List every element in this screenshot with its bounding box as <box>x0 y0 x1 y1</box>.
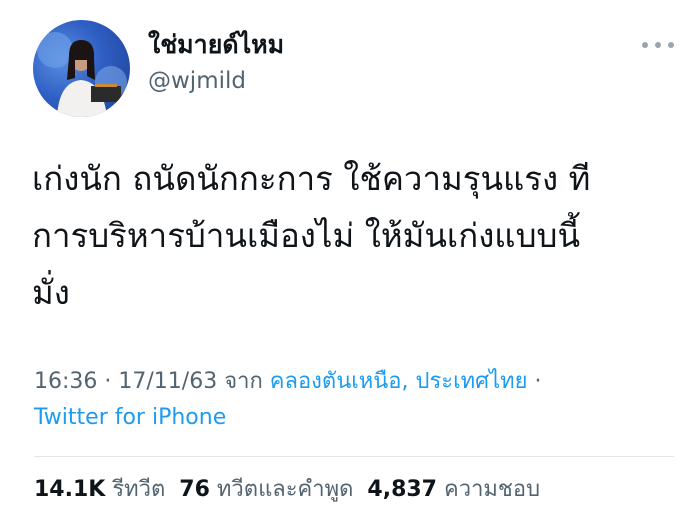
meta-line-2: Twitter for iPhone <box>34 400 674 436</box>
meta-line-1: 16:36 · 17/11/63 จาก คลองตันเหนือ, ประเท… <box>34 364 674 400</box>
retweets-label: รีทวีต <box>112 477 166 502</box>
separator-dot: · <box>97 369 119 394</box>
quotes-label: ทวีตและคำพูด <box>216 477 354 502</box>
display-name[interactable]: ใช่มายด์ไหม <box>148 28 284 62</box>
retweets-stat[interactable]: 14.1K รีทวีต <box>34 477 165 502</box>
tweet-card: ใช่มายด์ไหม @wjmild เก่งนัก ถนัดนักกะการ… <box>0 0 696 524</box>
tweet-text-line: เก่งนัก ถนัดนักกะการ ใช้ความรุนแรง ที <box>32 159 591 198</box>
user-handle[interactable]: @wjmild <box>148 64 284 98</box>
tweet-text-line: มั่ง <box>32 273 70 312</box>
more-dot <box>655 42 661 48</box>
tweet-text: เก่งนัก ถนัดนักกะการ ใช้ความรุนแรง ที กา… <box>32 150 672 321</box>
more-dot <box>642 42 648 48</box>
author-block: ใช่มายด์ไหม @wjmild <box>148 28 284 98</box>
tweet-stats: 14.1K รีทวีต 76 ทวีตและคำพูด 4,837 ความชอบ <box>34 474 540 506</box>
tweet-time[interactable]: 16:36 <box>34 369 97 394</box>
source-link[interactable]: Twitter for iPhone <box>34 405 226 430</box>
tweet-text-line: การบริหารบ้านเมืองไม่ ให้มันเก่งแบบนี้ <box>32 216 581 255</box>
tweet-date[interactable]: 17/11/63 <box>118 369 217 394</box>
separator-dot: · <box>527 369 542 394</box>
quotes-stat[interactable]: 76 ทวีตและคำพูด <box>179 477 353 502</box>
from-label: จาก <box>217 369 270 394</box>
likes-label: ความชอบ <box>444 477 541 502</box>
tweet-meta: 16:36 · 17/11/63 จาก คลองตันเหนือ, ประเท… <box>34 364 674 436</box>
location-link[interactable]: คลองตันเหนือ, ประเทศไทย <box>270 369 528 394</box>
avatar[interactable] <box>33 20 130 117</box>
more-horizontal-icon[interactable] <box>642 38 674 52</box>
divider <box>34 456 674 457</box>
retweets-count: 14.1K <box>34 477 106 502</box>
more-dot <box>668 42 674 48</box>
quotes-count: 76 <box>179 477 210 502</box>
likes-count: 4,837 <box>367 477 437 502</box>
likes-stat[interactable]: 4,837 ความชอบ <box>367 477 540 502</box>
